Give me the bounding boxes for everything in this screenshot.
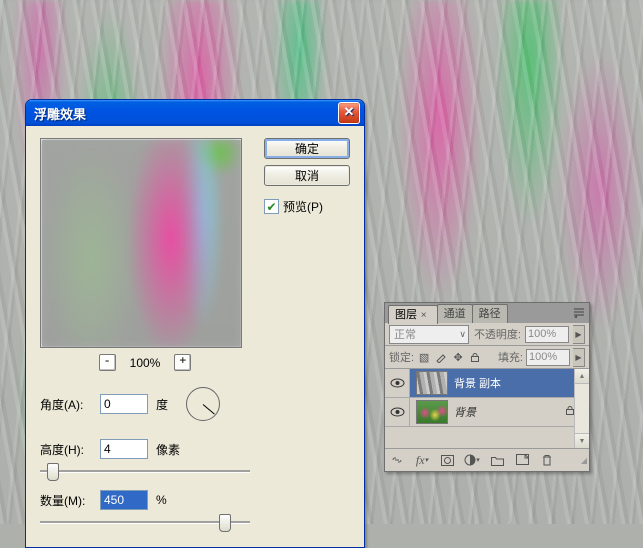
- opacity-input[interactable]: 100%: [525, 326, 569, 343]
- close-button[interactable]: ✕: [338, 102, 360, 124]
- preview-label: 预览(P): [283, 198, 323, 215]
- opacity-label: 不透明度:: [474, 326, 521, 342]
- zoom-in-button[interactable]: +: [174, 354, 191, 371]
- chevron-down-icon: ∨: [459, 329, 466, 340]
- lock-transparency-icon[interactable]: ▧: [417, 350, 431, 364]
- preview-checkbox[interactable]: ✔: [264, 199, 279, 214]
- lock-label: 锁定:: [389, 349, 414, 365]
- layer-thumbnail[interactable]: [416, 371, 448, 395]
- height-unit: 像素: [156, 441, 180, 458]
- emboss-dialog: 浮雕效果 ✕ - 100% + 角度(A): 度 高度(H):: [25, 99, 365, 548]
- cancel-button[interactable]: 取消: [264, 165, 350, 186]
- layers-panel: 图层 × 通道 路径 正常∨ 不透明度: 100% ▶ 锁定: ▧ ✥ 填充: …: [384, 302, 590, 472]
- adjustment-layer-icon[interactable]: ▾: [464, 452, 480, 468]
- visibility-toggle[interactable]: [385, 398, 410, 426]
- layer-row[interactable]: 背景 副本: [385, 369, 589, 398]
- amount-label: 数量(M):: [40, 492, 94, 509]
- layer-group-icon[interactable]: [489, 452, 505, 468]
- angle-input[interactable]: [100, 394, 148, 414]
- layer-name: 背景 副本: [454, 375, 501, 391]
- layer-list: 背景 副本 背景 ▲ ▼: [385, 369, 589, 448]
- height-label: 高度(H):: [40, 441, 94, 458]
- blend-mode-select[interactable]: 正常∨: [389, 325, 469, 344]
- panel-tabs: 图层 × 通道 路径: [385, 303, 589, 323]
- amount-input[interactable]: [100, 490, 148, 510]
- filter-preview[interactable]: [40, 138, 242, 348]
- tab-channels[interactable]: 通道: [437, 304, 473, 323]
- layer-thumbnail[interactable]: [416, 400, 448, 424]
- angle-label: 角度(A):: [40, 396, 94, 413]
- delete-layer-icon[interactable]: [539, 452, 555, 468]
- layer-name: 背景: [454, 404, 476, 420]
- angle-dial[interactable]: [186, 387, 220, 421]
- panel-scrollbar[interactable]: ▲ ▼: [574, 369, 589, 448]
- tab-paths[interactable]: 路径: [472, 304, 508, 323]
- ok-button[interactable]: 确定: [264, 138, 350, 159]
- panel-menu-button[interactable]: [572, 307, 586, 319]
- resize-grip-icon[interactable]: ◢: [581, 456, 585, 465]
- amount-slider[interactable]: [40, 513, 250, 531]
- lock-position-icon[interactable]: ✥: [451, 350, 465, 364]
- tab-layers[interactable]: 图层 ×: [388, 305, 438, 324]
- lock-pixels-icon[interactable]: [434, 350, 448, 364]
- height-slider[interactable]: [40, 462, 250, 480]
- link-layers-icon[interactable]: [389, 452, 405, 468]
- dialog-title: 浮雕效果: [34, 104, 338, 123]
- panel-footer: fx▾ ▾ ◢: [385, 448, 589, 471]
- layer-style-icon[interactable]: fx▾: [414, 452, 430, 468]
- height-input[interactable]: [100, 439, 148, 459]
- new-layer-icon[interactable]: [514, 452, 530, 468]
- close-icon[interactable]: ×: [418, 310, 427, 321]
- zoom-value: 100%: [130, 356, 161, 370]
- zoom-out-button[interactable]: -: [99, 354, 116, 371]
- dialog-titlebar[interactable]: 浮雕效果 ✕: [26, 100, 364, 126]
- angle-unit: 度: [156, 396, 168, 413]
- layer-row[interactable]: 背景: [385, 398, 589, 427]
- opacity-slider-button[interactable]: ▶: [573, 325, 585, 344]
- layer-mask-icon[interactable]: [439, 452, 455, 468]
- visibility-toggle[interactable]: [385, 369, 410, 397]
- amount-unit: %: [156, 493, 167, 507]
- fill-label: 填充:: [498, 349, 523, 365]
- fill-slider-button[interactable]: ▶: [573, 348, 585, 367]
- fill-input[interactable]: 100%: [526, 349, 570, 366]
- lock-all-icon[interactable]: [468, 350, 482, 364]
